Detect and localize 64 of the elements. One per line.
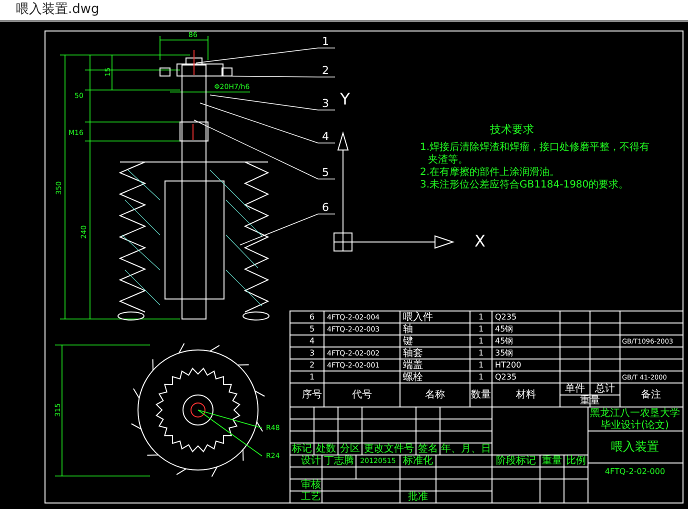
table-cell: 35钢 [495, 348, 514, 358]
table-cell: Q235 [495, 372, 517, 382]
title-block-label: 签名 [418, 444, 438, 455]
table-cell: 45钢 [495, 324, 514, 334]
window-title: 喂入装置.dwg [16, 1, 100, 20]
table-cell: 轴 [403, 324, 413, 336]
part-number-label: 3 [322, 97, 329, 110]
column-header: 序号 [302, 390, 322, 401]
table-cell: 1 [478, 324, 484, 334]
table-cell: Q235 [495, 312, 517, 322]
requirement-text: 3.未注形位公差应符合GB1184-1980的要求。 [420, 179, 629, 190]
table-cell: 4 [309, 336, 315, 346]
part-number-label: 6 [322, 201, 329, 214]
table-cell: 轴套 [403, 348, 423, 360]
title-block-label: 批准 [408, 492, 428, 503]
column-header: 重量 [580, 396, 600, 407]
title-block-label: 处数 [316, 444, 336, 455]
column-header: 单件 [565, 384, 585, 395]
table-cell: 1 [478, 336, 484, 346]
table-cell: 1 [309, 372, 315, 382]
part-number-label: 2 [322, 64, 329, 78]
title-block-label: 工艺 [301, 492, 321, 503]
title-block-label: 分区 [340, 444, 360, 455]
title-block-label: 更改文件号 [364, 444, 414, 455]
title-block-label: 阶段标记 [496, 456, 536, 467]
table-cell: 5 [309, 324, 315, 334]
axis-label: Y [340, 89, 350, 108]
table-cell: 45钢 [495, 336, 514, 346]
requirement-text: 1.焊接后清除焊渣和焊瘤，接口处修磨平整，不得有 夹渣等。 [420, 142, 650, 166]
requirements-title: 技术要求 [490, 123, 534, 136]
drawing-title: 喂入装置 [611, 439, 659, 454]
title-block-label: 标准化 [403, 456, 433, 467]
table-cell: 1 [478, 312, 484, 322]
table-cell: 喂入件 [403, 312, 433, 324]
part-number-label: 4 [322, 130, 329, 144]
title-block-label: 年、月、日 [441, 444, 491, 455]
axis-label: X [474, 231, 486, 250]
part-number-label: 1 [322, 35, 329, 48]
title-block-label: 比例 [566, 456, 586, 467]
school-name: 黑龙江八一农垦大学 毕业设计(论文) [590, 408, 680, 431]
title-block-label: 审核 [301, 480, 321, 491]
table-cell: 1 [478, 360, 484, 370]
table-cell: 1 [478, 348, 484, 358]
requirement-text: 2.在有摩擦的部件上涂润滑油。 [420, 166, 560, 178]
table-cell: 3 [309, 348, 315, 358]
title-block-label: 设计 [301, 456, 321, 467]
column-header: 名称 [425, 390, 445, 401]
column-header: 总计 [595, 384, 615, 395]
drawing-code: 4FTQ-2-02-000 [604, 467, 666, 476]
title-block-label: 标记 [292, 444, 312, 455]
table-cell: 2 [309, 360, 315, 370]
table-cell: HT200 [495, 360, 522, 370]
table-cell: 1 [478, 372, 484, 382]
table-cell: 6 [309, 312, 315, 322]
table-cell: 螺栓 [403, 372, 423, 384]
column-header: 代号 [352, 390, 372, 401]
title-block-label: 重量 [542, 456, 562, 467]
part-number-label: 5 [322, 166, 329, 180]
column-header: 材料 [516, 390, 536, 401]
column-header: 备注 [641, 390, 661, 401]
title-block-label: 丁志腾 [324, 456, 354, 467]
column-header: 数量 [471, 390, 491, 401]
table-cell: 端盖 [403, 360, 423, 372]
table-cell: 键 [403, 336, 413, 348]
